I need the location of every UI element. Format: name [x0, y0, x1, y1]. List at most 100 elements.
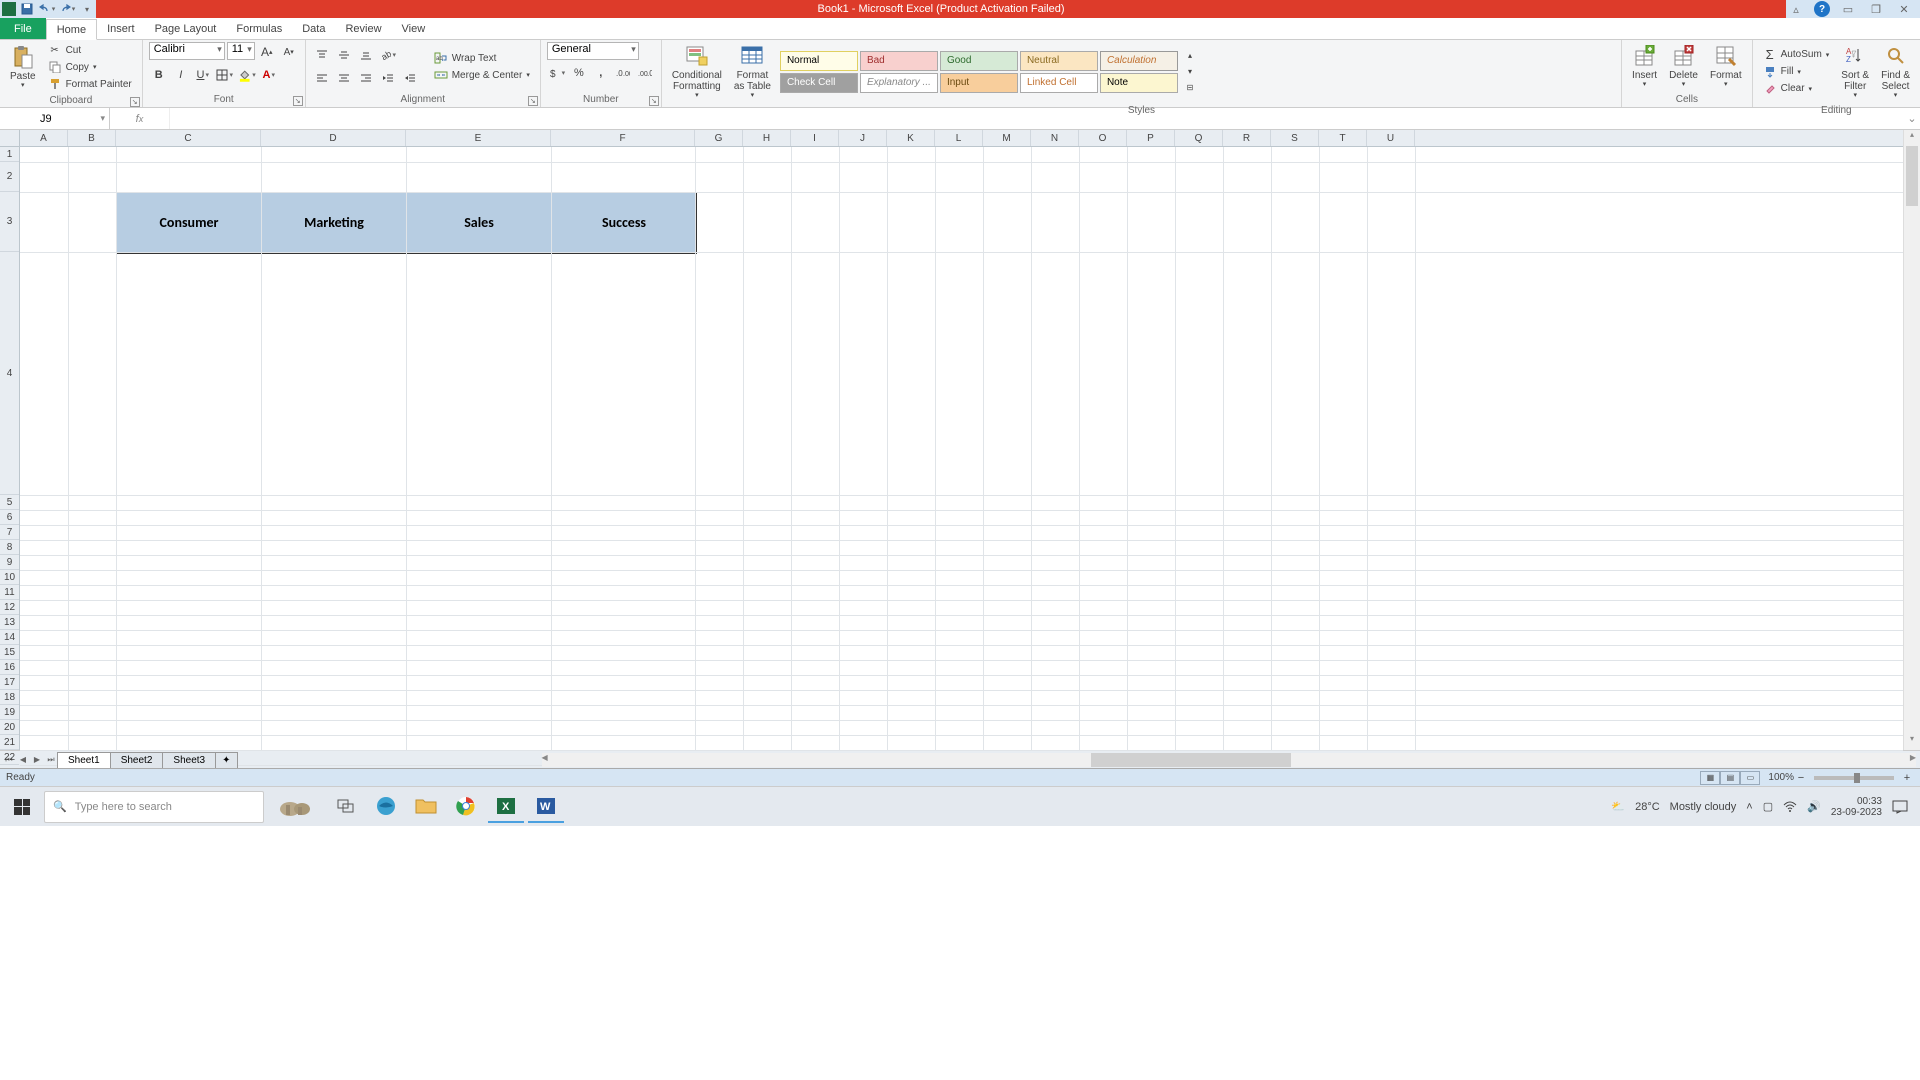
decrease-decimal-button[interactable]: .00.0: [635, 63, 655, 83]
font-color-button[interactable]: A: [259, 65, 279, 85]
copy-button[interactable]: Copy▾: [44, 59, 136, 75]
tray-chevron-up-icon[interactable]: ˄: [1746, 801, 1752, 813]
styles-scroll-down[interactable]: ▾: [1183, 65, 1197, 79]
align-left-button[interactable]: [312, 68, 332, 88]
find-select-button[interactable]: Find & Select▾: [1877, 42, 1914, 102]
sheet-tab-3[interactable]: Sheet3: [162, 752, 216, 768]
row-header-16[interactable]: 16: [0, 660, 19, 675]
vscroll-thumb[interactable]: [1906, 146, 1918, 206]
row-header-12[interactable]: 12: [0, 600, 19, 615]
column-header-E[interactable]: E: [406, 130, 551, 146]
weather-desc[interactable]: Mostly cloudy: [1670, 801, 1737, 813]
horizontal-scrollbar[interactable]: ◀ ▶: [542, 753, 1917, 767]
weather-temp[interactable]: 28°C: [1635, 801, 1660, 813]
tab-data[interactable]: Data: [292, 18, 335, 39]
row-header-1[interactable]: 1: [0, 147, 19, 162]
tab-view[interactable]: View: [392, 18, 436, 39]
column-header-L[interactable]: L: [935, 130, 983, 146]
restore-window-icon[interactable]: ❐: [1866, 2, 1886, 16]
tab-page-layout[interactable]: Page Layout: [145, 18, 227, 39]
sheet-tab-new[interactable]: ✦: [215, 752, 237, 768]
align-center-button[interactable]: [334, 68, 354, 88]
tab-review[interactable]: Review: [335, 18, 391, 39]
style-neutral[interactable]: Neutral: [1020, 51, 1098, 71]
column-header-S[interactable]: S: [1271, 130, 1319, 146]
minimize-window-icon[interactable]: ▭: [1838, 2, 1858, 16]
taskbar-word[interactable]: W: [528, 791, 564, 823]
number-format-combo[interactable]: General: [547, 42, 639, 60]
row-header-3[interactable]: 3: [0, 192, 19, 252]
style-linked-cell[interactable]: Linked Cell: [1020, 73, 1098, 93]
zoom-out-button[interactable]: −: [1794, 771, 1808, 785]
taskbar-widget[interactable]: [268, 791, 324, 823]
start-button[interactable]: [4, 791, 40, 823]
row-header-8[interactable]: 8: [0, 540, 19, 555]
sort-filter-button[interactable]: AZ Sort & Filter▾: [1837, 42, 1873, 102]
undo-button[interactable]: [38, 1, 56, 17]
row-header-10[interactable]: 10: [0, 570, 19, 585]
tray-notifications-icon[interactable]: [1892, 800, 1908, 814]
style-normal[interactable]: Normal: [780, 51, 858, 71]
view-normal-button[interactable]: ▦: [1700, 771, 1720, 785]
zoom-percent[interactable]: 100%: [1768, 772, 1794, 783]
style-bad[interactable]: Bad: [860, 51, 938, 71]
column-header-Q[interactable]: Q: [1175, 130, 1223, 146]
percent-button[interactable]: %: [569, 63, 589, 83]
column-header-T[interactable]: T: [1319, 130, 1367, 146]
tray-wifi-icon[interactable]: [1783, 801, 1797, 813]
vertical-scrollbar[interactable]: ▴ ▾: [1903, 130, 1920, 750]
column-header-D[interactable]: D: [261, 130, 406, 146]
taskbar-edge[interactable]: [368, 791, 404, 823]
cell-area[interactable]: ConsumerMarketingSalesSuccess: [20, 147, 1903, 750]
taskbar-excel[interactable]: X: [488, 791, 524, 823]
column-header-J[interactable]: J: [839, 130, 887, 146]
style-note[interactable]: Note: [1100, 73, 1178, 93]
conditional-formatting-button[interactable]: Conditional Formatting▾: [668, 42, 726, 102]
row-header-19[interactable]: 19: [0, 705, 19, 720]
taskbar-explorer[interactable]: [408, 791, 444, 823]
view-page-layout-button[interactable]: ▤: [1720, 771, 1740, 785]
tray-meet-now-icon[interactable]: ▢: [1763, 800, 1773, 813]
column-header-B[interactable]: B: [68, 130, 116, 146]
column-header-P[interactable]: P: [1127, 130, 1175, 146]
italic-button[interactable]: I: [171, 65, 191, 85]
weather-icon[interactable]: ⛅: [1611, 800, 1625, 813]
tab-home[interactable]: Home: [46, 19, 97, 40]
minimize-ribbon-icon[interactable]: ▵: [1786, 2, 1806, 16]
row-header-2[interactable]: 2: [0, 162, 19, 192]
row-header-21[interactable]: 21: [0, 735, 19, 750]
fill-button[interactable]: Fill▾: [1759, 64, 1834, 80]
insert-cells-button[interactable]: Insert▾: [1628, 42, 1661, 91]
table-header-cell[interactable]: Consumer: [117, 193, 261, 253]
style-input[interactable]: Input: [940, 73, 1018, 93]
alignment-launcher[interactable]: ↘: [528, 96, 538, 106]
align-bottom-button[interactable]: [356, 45, 376, 65]
redo-button[interactable]: [58, 1, 76, 17]
help-icon[interactable]: ?: [1814, 1, 1830, 17]
row-header-6[interactable]: 6: [0, 510, 19, 525]
table-header-cell[interactable]: Success: [552, 193, 696, 253]
format-cells-button[interactable]: Format▾: [1706, 42, 1746, 91]
column-header-N[interactable]: N: [1031, 130, 1079, 146]
font-launcher[interactable]: ↘: [293, 96, 303, 106]
clipboard-launcher[interactable]: ↘: [130, 97, 140, 107]
style-check-cell[interactable]: Check Cell: [780, 73, 858, 93]
comma-button[interactable]: ,: [591, 63, 611, 83]
row-header-4[interactable]: 4: [0, 252, 19, 495]
column-header-U[interactable]: U: [1367, 130, 1415, 146]
name-box[interactable]: J9: [0, 108, 110, 129]
wrap-text-button[interactable]: abWrap Text: [430, 50, 534, 66]
tray-volume-icon[interactable]: 🔊: [1807, 800, 1821, 813]
merge-center-button[interactable]: Merge & Center▾: [430, 67, 534, 83]
shrink-font-button[interactable]: A▾: [279, 42, 299, 62]
underline-button[interactable]: U: [193, 65, 213, 85]
tab-file[interactable]: File: [0, 18, 46, 39]
paste-button[interactable]: Paste ▾: [6, 43, 40, 92]
align-right-button[interactable]: [356, 68, 376, 88]
column-header-A[interactable]: A: [20, 130, 68, 146]
column-header-M[interactable]: M: [983, 130, 1031, 146]
save-icon[interactable]: [18, 1, 36, 17]
taskbar-chrome[interactable]: [448, 791, 484, 823]
format-as-table-button[interactable]: Format as Table▾: [730, 42, 775, 102]
row-header-13[interactable]: 13: [0, 615, 19, 630]
